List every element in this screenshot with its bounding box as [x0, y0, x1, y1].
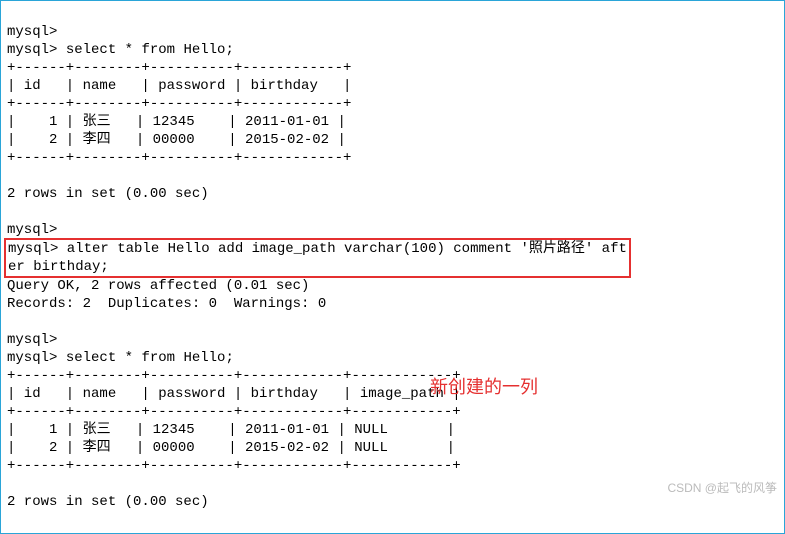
table-header: | id | name | password | birthday | imag… — [7, 386, 461, 402]
terminal-window[interactable]: mysql> mysql> select * from Hello; +----… — [0, 0, 785, 534]
table-row: | 2 | 李四 | 00000 | 2015-02-02 | NULL | — [7, 440, 455, 456]
sql-query-1: select * from Hello; — [66, 42, 234, 58]
result-footer: 2 rows in set (0.00 sec) — [7, 186, 209, 202]
result-footer: 2 rows in set (0.00 sec) — [7, 494, 209, 510]
table-header: | id | name | password | birthday | — [7, 78, 351, 94]
annotation-new-column: 新创建的一列 — [430, 373, 538, 399]
terminal-output: mysql> mysql> select * from Hello; +----… — [7, 23, 778, 511]
prompt: mysql> — [7, 350, 57, 366]
table-border: +------+--------+----------+------------… — [7, 150, 351, 166]
table-row: | 1 | 张三 | 12345 | 2011-01-01 | — [7, 114, 346, 130]
prompt: mysql> — [7, 24, 57, 40]
alter-result-2: Records: 2 Duplicates: 0 Warnings: 0 — [7, 296, 326, 312]
prompt: mysql> — [7, 42, 57, 58]
prompt: mysql> — [7, 332, 57, 348]
watermark: CSDN @起飞的风筝 — [667, 479, 777, 496]
prompt: mysql> — [7, 222, 57, 238]
table-row: | 1 | 张三 | 12345 | 2011-01-01 | NULL | — [7, 422, 455, 438]
sql-query-2: select * from Hello; — [66, 350, 234, 366]
table-border: +------+--------+----------+------------… — [7, 458, 461, 474]
table-border: +------+--------+----------+------------… — [7, 60, 351, 76]
table-border: +------+--------+----------+------------… — [7, 368, 461, 384]
alter-line-1: mysql> alter table Hello add image_path … — [8, 241, 627, 257]
alter-result-1: Query OK, 2 rows affected (0.01 sec) — [7, 278, 309, 294]
table-border: +------+--------+----------+------------… — [7, 96, 351, 112]
table-row: | 2 | 李四 | 00000 | 2015-02-02 | — [7, 132, 346, 148]
alter-statement-highlight: mysql> alter table Hello add image_path … — [4, 238, 631, 278]
alter-line-2: er birthday; — [8, 259, 109, 275]
table-border: +------+--------+----------+------------… — [7, 404, 461, 420]
